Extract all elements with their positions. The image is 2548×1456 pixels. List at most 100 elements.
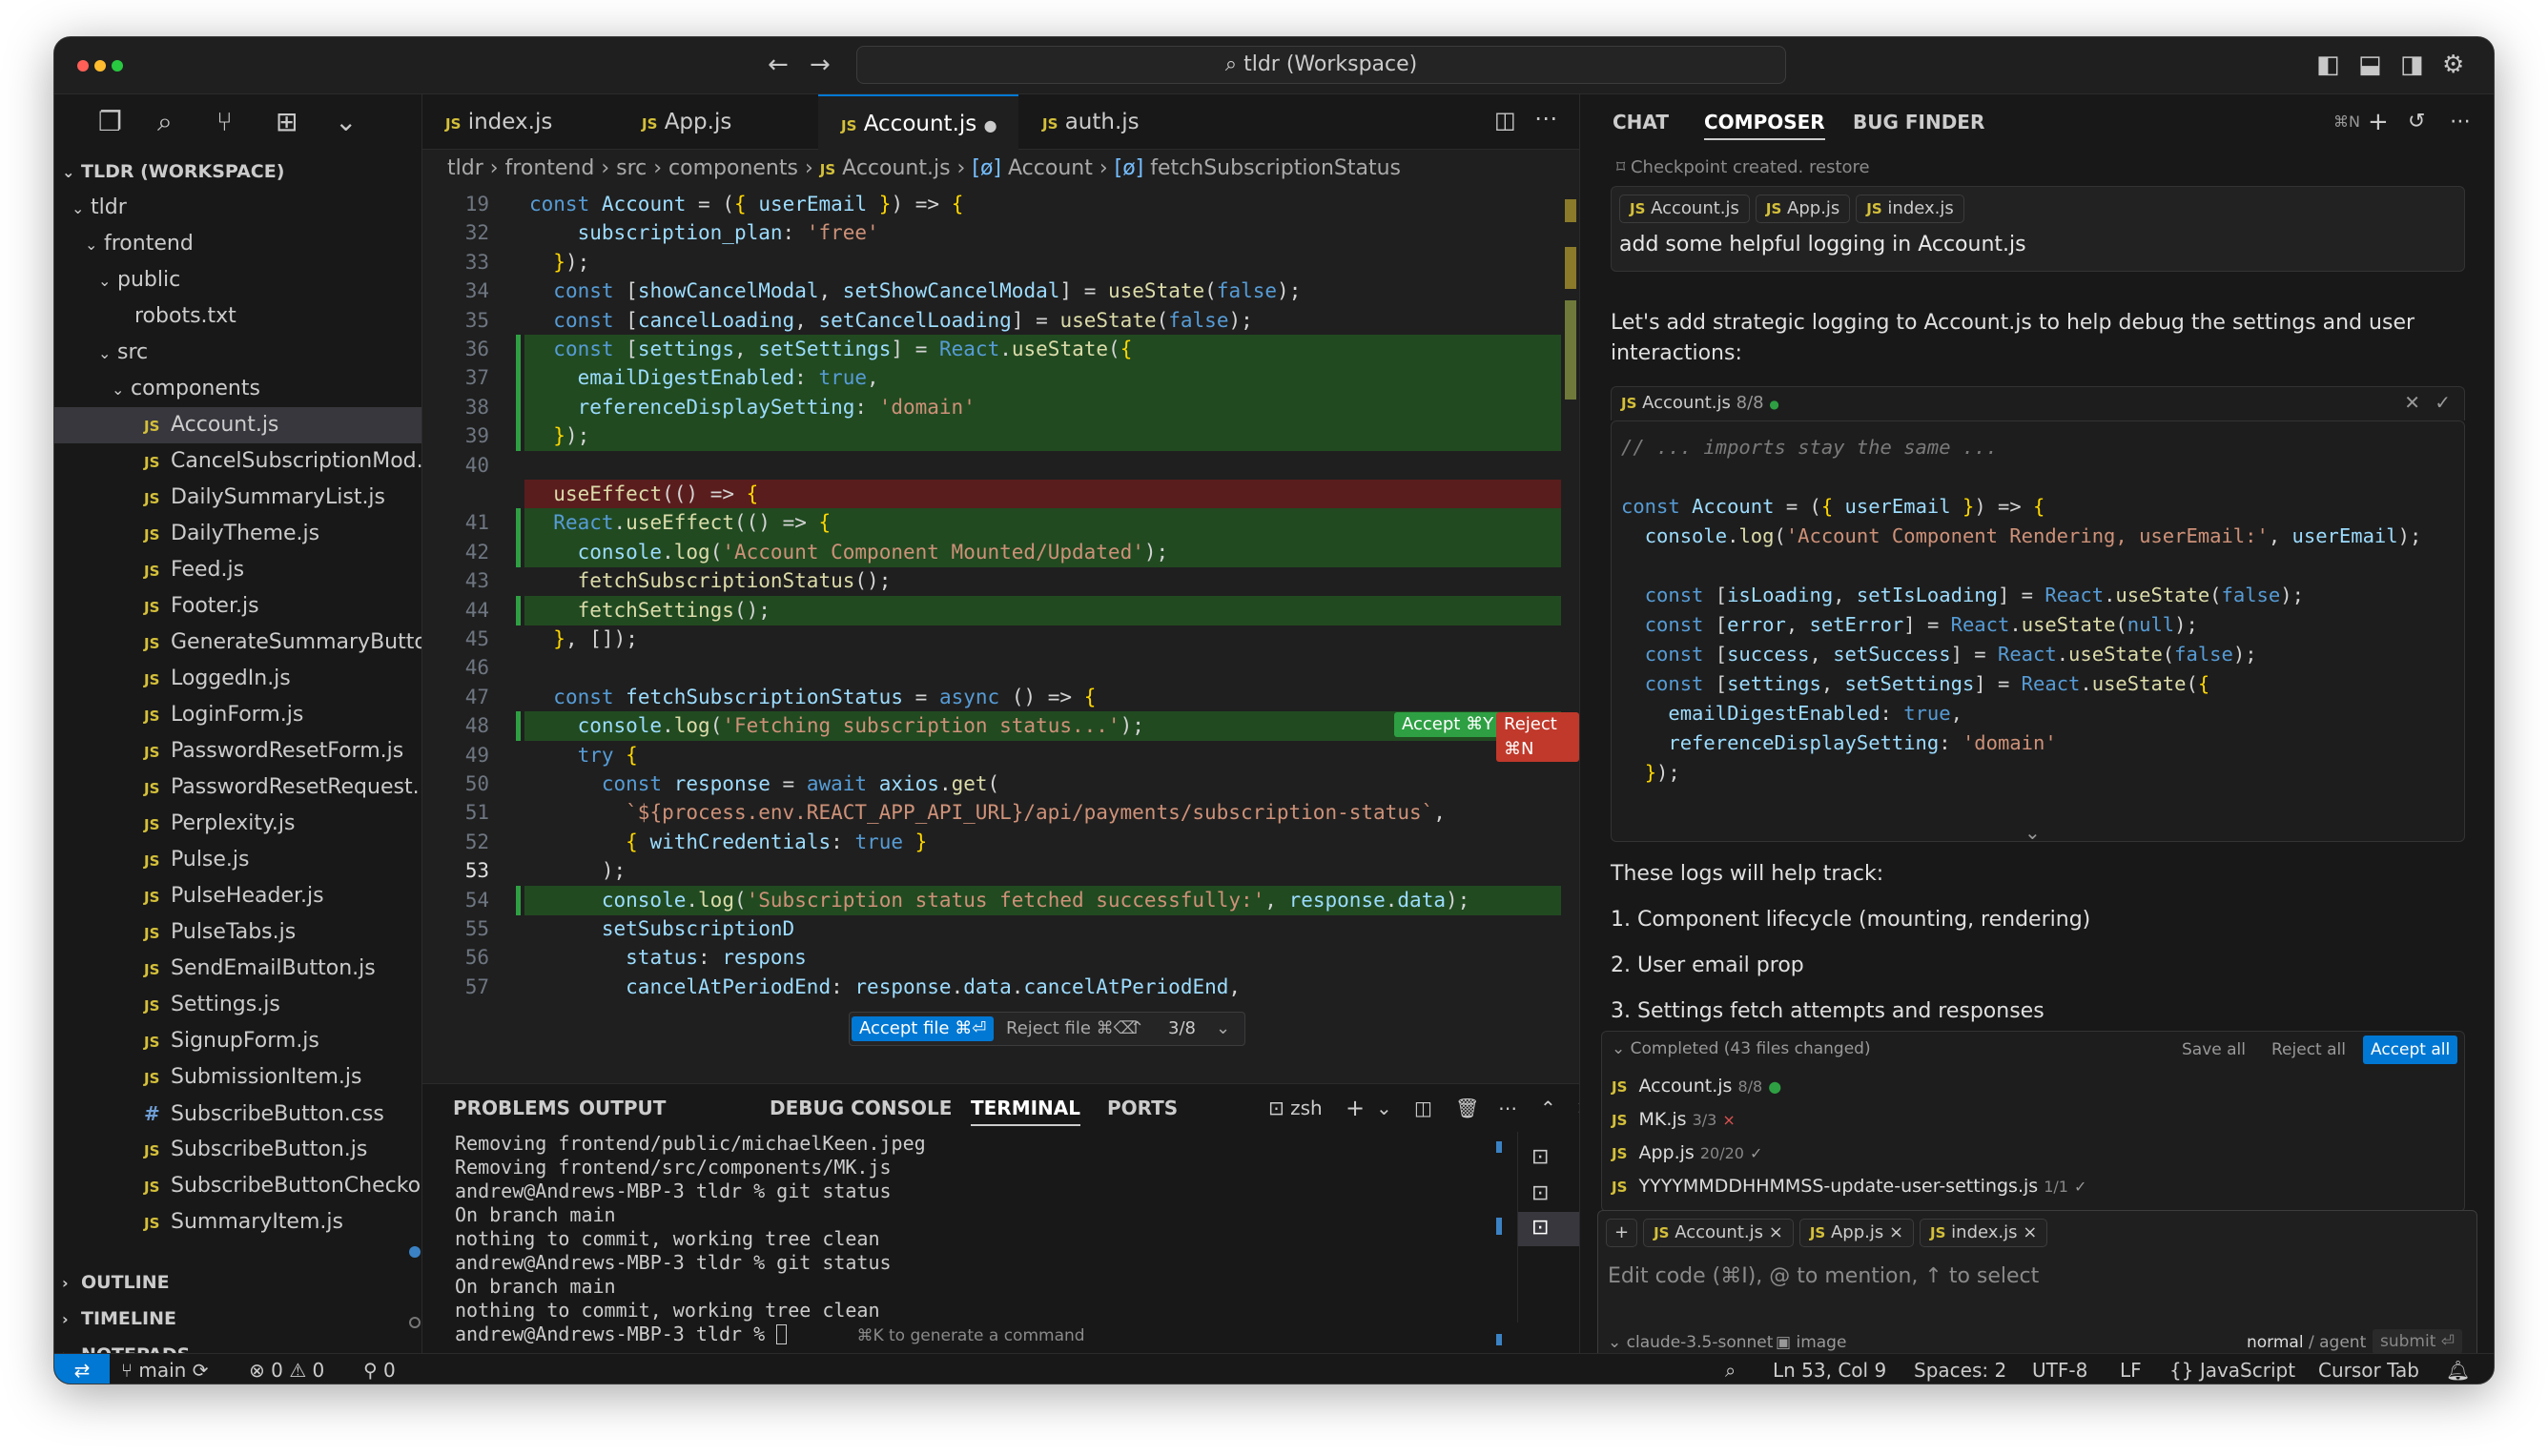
tab-index-js[interactable]: JS index.js (422, 94, 618, 150)
code-line-removed[interactable]: useEffect(() => { (422, 480, 1578, 509)
tree-item[interactable]: JS PasswordResetRequest... (54, 769, 421, 806)
timeline-section[interactable]: › TIMELINE (54, 1301, 421, 1337)
minimize-window-button[interactable] (94, 60, 106, 72)
close-icon[interactable]: × (1889, 1222, 1903, 1242)
ports-indicator[interactable]: ⚲ 0 (363, 1354, 396, 1384)
tree-item[interactable]: JS Feed.js (54, 552, 421, 588)
context-chip[interactable]: JS App.js (1755, 195, 1851, 223)
problems-indicator[interactable]: ⊗ 0 ⚠ 0 (249, 1354, 324, 1384)
settings-gear-icon[interactable]: ⚙ (2442, 51, 2464, 79)
chevron-down-icon[interactable]: ⌄ (1376, 1092, 1392, 1124)
tree-item[interactable]: JS PasswordResetForm.js (54, 733, 421, 769)
code-line-added[interactable]: 41 React.useEffect(() => { (422, 508, 1578, 539)
tree-item[interactable]: JS SubscribeButton.js (54, 1132, 421, 1168)
toggle-primary-sidebar-icon[interactable]: ◧ (2316, 51, 2340, 79)
more-actions-icon[interactable]: ⋯ (2450, 106, 2471, 138)
terminal-scrollbar[interactable] (1496, 1141, 1502, 1345)
close-icon[interactable]: × (1769, 1222, 1783, 1242)
composer-input-box[interactable]: + JS Account.js × JS App.js × JS index.js ×… (1597, 1210, 2477, 1370)
code-line[interactable]: 45 }, []); (422, 625, 1578, 654)
tree-item[interactable]: JS SendEmailButton.js (54, 951, 421, 987)
code-line-added[interactable]: 36 const [settings, setSettings] = React… (422, 335, 1578, 364)
code-line[interactable]: 19 const Account = ({ userEmail }) => { (422, 190, 1578, 219)
close-window-button[interactable] (77, 60, 89, 72)
tree-item[interactable]: # SubscribeButton.css (54, 1096, 421, 1132)
tree-item[interactable]: JS Pulse.js (54, 842, 421, 878)
checkpoint-notice[interactable]: ⌑ Checkpoint created. restore (1616, 157, 1870, 177)
tree-item[interactable]: JS Account.js (54, 407, 421, 443)
tree-item[interactable]: JS SignupForm.js (54, 1023, 421, 1059)
history-icon[interactable]: ↺ (2408, 106, 2425, 138)
chevron-down-icon[interactable]: ⌄ (1208, 1016, 1238, 1041)
split-editor-icon[interactable]: ◫ (1494, 106, 1516, 134)
input-chip[interactable]: JS Account.js × (1643, 1219, 1794, 1247)
tree-item[interactable]: JS DailySummaryList.js (54, 480, 421, 516)
remote-indicator-icon[interactable]: ⇄ (54, 1354, 110, 1384)
code-line[interactable]: 52 { withCredentials: true } (422, 828, 1578, 857)
zoom-icon[interactable]: ⌕ (1725, 1354, 1736, 1384)
minimap-scrollbar[interactable] (1561, 190, 1579, 1081)
input-chip[interactable]: JS App.js × (1798, 1219, 1915, 1247)
search-icon[interactable]: ⌕ (157, 108, 173, 136)
code-line-added[interactable]: 42 console.log('Account Component Mounte… (422, 537, 1578, 567)
terminal-shell-selector[interactable]: ⊡ zsh (1268, 1092, 1323, 1124)
extensions-icon[interactable]: ⊞ (276, 108, 298, 136)
terminal-instance-icon[interactable]: ⊡ (1531, 1145, 1549, 1169)
accept-icon[interactable]: ✓ (2435, 391, 2451, 414)
code-editor[interactable]: 19 const Account = ({ userEmail }) => {32… (422, 190, 1579, 1111)
tree-item[interactable]: JS Settings.js (54, 987, 421, 1023)
context-chip[interactable]: JS index.js (1856, 195, 1964, 223)
accept-all-button[interactable]: Accept all (2363, 1036, 2458, 1064)
tree-item[interactable]: JS LoggedIn.js (54, 661, 421, 697)
mode-toggle[interactable]: normal / agent (2247, 1333, 2366, 1352)
tab-app-js[interactable]: JS App.js (619, 94, 817, 150)
workspace-header[interactable]: ⌄ TLDR (WORKSPACE) (54, 154, 421, 190)
files-icon[interactable]: ❐ (98, 108, 122, 136)
code-line-added[interactable]: 39 }); (422, 421, 1578, 452)
tab-output[interactable]: OUTPUT (579, 1092, 666, 1124)
reject-change-button[interactable]: Reject ⌘N (1496, 712, 1579, 762)
chevron-up-icon[interactable]: ⌃ (1122, 1016, 1152, 1041)
tree-item[interactable]: JS PulseHeader.js (54, 878, 421, 914)
tree-item[interactable]: robots.txt (54, 298, 421, 335)
completed-summary[interactable]: ⌄ Completed (43 files changed) (1612, 1039, 1871, 1058)
code-line[interactable]: 51 `${process.env.REACT_APP_API_URL}/api… (422, 798, 1578, 828)
back-arrow-icon[interactable]: ← (768, 51, 789, 79)
image-attach-button[interactable]: ▣ image (1776, 1333, 1846, 1352)
tab-composer[interactable]: COMPOSER (1704, 106, 1825, 140)
user-message-bubble[interactable]: JS Account.js JS App.js JS index.js add so… (1611, 186, 2465, 272)
code-line[interactable]: 53 ); (422, 856, 1578, 886)
code-line[interactable]: 33 }); (422, 248, 1578, 277)
breadcrumb-item[interactable]: src (616, 156, 647, 180)
code-line-added[interactable]: 44 fetchSettings(); (422, 595, 1578, 625)
changed-file-item[interactable]: JS Account.js 8/8 ● (1612, 1072, 1781, 1101)
tab-problems[interactable]: PROBLEMS (453, 1092, 570, 1124)
more-actions-icon[interactable]: ⋯ (1534, 104, 1557, 133)
mode-normal[interactable]: normal (2247, 1333, 2304, 1352)
close-icon[interactable]: × (2023, 1222, 2037, 1242)
language-mode[interactable]: {} JavaScript (2169, 1354, 2295, 1384)
indentation[interactable]: Spaces: 2 (1914, 1354, 2006, 1384)
reject-icon[interactable]: ✕ (2404, 391, 2420, 414)
code-line-added[interactable]: 37 emailDigestEnabled: true, (422, 363, 1578, 394)
code-block[interactable]: // ... imports stay the same ... const Ac… (1611, 420, 2465, 842)
tab-account-js[interactable]: JS Account.js ● (818, 94, 1018, 150)
context-chip[interactable]: JS Account.js (1619, 195, 1750, 223)
tree-item[interactable]: JS SubmissionItem.js (54, 1059, 421, 1096)
code-line[interactable]: 46 (422, 653, 1578, 683)
accept-change-button[interactable]: Accept ⌘Y (1394, 712, 1502, 737)
tree-item[interactable]: JS SummaryItem.js (54, 1204, 421, 1241)
tree-item[interactable]: ⌄ frontend (54, 226, 421, 262)
changed-file-item[interactable]: JS App.js 20/20 ✓ (1612, 1138, 1762, 1168)
code-line[interactable]: 43 fetchSubscriptionStatus(); (422, 566, 1578, 596)
tree-item[interactable]: JS Footer.js (54, 588, 421, 625)
cursor-position[interactable]: Ln 53, Col 9 (1773, 1354, 1886, 1384)
zoom-window-button[interactable] (112, 60, 123, 72)
tab-chat[interactable]: CHAT (1613, 106, 1669, 138)
trash-icon[interactable]: 🗑 (1455, 1092, 1479, 1124)
code-line-added[interactable]: 54 console.log('Subscription status fetc… (422, 885, 1578, 915)
tree-item[interactable]: ⌄ components (54, 371, 421, 407)
bell-icon[interactable]: 🔔︎ (2446, 1354, 2470, 1384)
changed-file-item[interactable]: JS YYYYMMDDHHMMSS-update-user-settings.j… (1612, 1172, 2086, 1201)
tree-item[interactable]: JS Perplexity.js (54, 806, 421, 842)
